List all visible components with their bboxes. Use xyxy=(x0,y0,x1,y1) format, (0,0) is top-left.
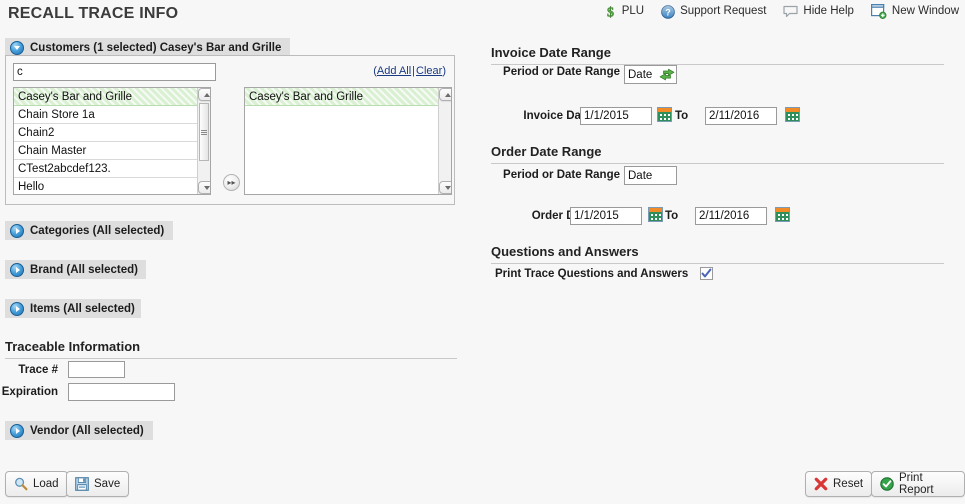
section-label-customers: Customers (1 selected) Casey's Bar and G… xyxy=(30,41,282,54)
section-label-vendor: Vendor (All selected) xyxy=(30,424,144,437)
calendar-icon[interactable] xyxy=(657,107,672,122)
traceable-information-divider xyxy=(5,358,457,359)
section-header-items[interactable]: Items (All selected) xyxy=(5,299,141,318)
toolbar-item-new-window[interactable]: New Window xyxy=(870,4,959,19)
available-customers-listbox[interactable]: Casey's Bar and Grille Chain Store 1a Ch… xyxy=(13,87,211,195)
selected-customers-rows: Casey's Bar and Grille xyxy=(245,88,438,194)
load-button[interactable]: Load xyxy=(5,471,68,497)
floppy-disk-icon xyxy=(75,477,89,491)
list-item[interactable]: Hello xyxy=(14,178,197,194)
speech-bubble-icon xyxy=(783,5,798,18)
clear-link[interactable]: Clear xyxy=(416,65,442,77)
toolbar-item-support-request[interactable]: ? Support Request xyxy=(661,4,767,19)
selected-customers-listbox[interactable]: Casey's Bar and Grille xyxy=(244,87,452,195)
order-date-to-input[interactable] xyxy=(695,207,767,225)
print-report-button-label: Print Report xyxy=(899,472,934,496)
page-title: RECALL TRACE INFO xyxy=(8,5,179,22)
order-to-label: To xyxy=(665,210,679,222)
toolbar-item-hide-help[interactable]: Hide Help xyxy=(783,5,854,18)
magnifier-icon xyxy=(15,477,28,491)
dollar-icon: $ xyxy=(606,5,614,20)
section-header-vendor[interactable]: Vendor (All selected) xyxy=(5,421,153,440)
invoice-to-label: To xyxy=(675,110,689,122)
close-paren: ) xyxy=(442,65,446,77)
invoice-period-select[interactable] xyxy=(624,65,677,84)
section-header-categories[interactable]: Categories (All selected) xyxy=(5,221,173,240)
checkmark-icon xyxy=(701,268,712,278)
calendar-icon[interactable] xyxy=(648,207,663,222)
order-date-range-divider xyxy=(491,163,944,164)
trace-number-input[interactable] xyxy=(68,361,125,378)
scroll-up-arrow-icon[interactable] xyxy=(198,88,210,101)
print-report-button[interactable]: Print Report xyxy=(871,471,965,497)
reset-button[interactable]: Reset xyxy=(805,471,873,497)
scroll-up-arrow-icon[interactable] xyxy=(439,88,451,101)
move-right-button[interactable]: ▸▸ xyxy=(223,174,240,191)
order-date-range-title: Order Date Range xyxy=(491,144,602,159)
list-item[interactable]: CTest2abcdef123. xyxy=(14,160,197,178)
section-label-categories: Categories (All selected) xyxy=(30,224,165,237)
invoice-period-label: Period or Date Range xyxy=(503,66,620,78)
add-all-link[interactable]: Add All xyxy=(377,65,411,77)
top-toolbar: $ PLU ? Support Request Hide Help New Wi… xyxy=(604,4,959,19)
toolbar-label-new-window: New Window xyxy=(891,4,959,17)
customers-panel: (Add All|Clear) Casey's Bar and Grille C… xyxy=(5,55,455,205)
scroll-down-arrow-icon[interactable] xyxy=(198,181,210,194)
scrollbar-grip-icon xyxy=(201,129,207,135)
scroll-down-arrow-icon[interactable] xyxy=(439,181,451,194)
customer-filter-input[interactable] xyxy=(13,63,216,81)
check-circle-icon xyxy=(880,477,894,491)
list-item[interactable]: Chain Master xyxy=(14,142,197,160)
expiration-label: Expiration xyxy=(1,386,58,398)
available-list-scrollbar[interactable] xyxy=(197,88,210,194)
trace-number-label: Trace # xyxy=(18,364,58,376)
questions-and-answers-title: Questions and Answers xyxy=(491,244,639,259)
chevron-right-icon xyxy=(10,423,24,438)
expiration-input[interactable] xyxy=(68,383,175,401)
print-trace-qa-checkbox[interactable] xyxy=(700,267,713,280)
close-x-icon xyxy=(814,477,828,491)
chevron-right-icon xyxy=(10,262,24,277)
order-period-select[interactable] xyxy=(624,166,677,185)
section-header-brand[interactable]: Brand (All selected) xyxy=(5,260,146,279)
invoice-date-to-input[interactable] xyxy=(705,107,777,125)
customer-list-links: (Add All|Clear) xyxy=(373,65,446,77)
chevron-right-icon xyxy=(10,301,24,316)
list-item[interactable]: Chain Store 1a xyxy=(14,106,197,124)
chevron-down-icon xyxy=(10,40,24,55)
selected-list-scrollbar[interactable] xyxy=(438,88,451,194)
toolbar-item-plu[interactable]: $ PLU xyxy=(604,4,644,19)
list-item[interactable]: Casey's Bar and Grille xyxy=(14,88,197,106)
toolbar-label-hide-help: Hide Help xyxy=(803,4,854,17)
traceable-information-title: Traceable Information xyxy=(5,339,141,354)
order-period-label: Period or Date Range xyxy=(503,169,620,181)
questions-and-answers-divider xyxy=(491,263,944,264)
svg-text:?: ? xyxy=(665,7,671,17)
invoice-date-range-title: Invoice Date Range xyxy=(491,45,611,60)
toolbar-label-plu: PLU xyxy=(621,4,645,17)
order-date-from-input[interactable] xyxy=(570,207,642,225)
calendar-icon[interactable] xyxy=(775,207,790,222)
reset-button-label: Reset xyxy=(833,478,864,490)
save-button[interactable]: Save xyxy=(66,471,130,497)
section-label-items: Items (All selected) xyxy=(30,302,135,315)
section-label-brand: Brand (All selected) xyxy=(30,263,138,276)
invoice-date-from-input[interactable] xyxy=(580,107,652,125)
invoice-date-label: Invoice Date: xyxy=(523,110,595,122)
save-button-label: Save xyxy=(94,478,121,490)
invoice-date-range-divider xyxy=(491,64,944,65)
question-circle-icon: ? xyxy=(661,4,675,19)
scrollbar-thumb[interactable] xyxy=(199,103,209,161)
list-item[interactable]: Casey's Bar and Grille xyxy=(245,88,438,106)
new-window-icon xyxy=(870,4,887,19)
print-trace-qa-label: Print Trace Questions and Answers xyxy=(495,268,689,280)
list-item[interactable]: Chain2 xyxy=(14,124,197,142)
load-button-label: Load xyxy=(33,478,59,490)
chevron-right-icon xyxy=(10,223,24,238)
available-customers-rows: Casey's Bar and Grille Chain Store 1a Ch… xyxy=(14,88,197,194)
calendar-icon[interactable] xyxy=(785,107,800,122)
toolbar-label-support-request: Support Request xyxy=(680,4,767,17)
svg-text:$: $ xyxy=(607,6,614,20)
